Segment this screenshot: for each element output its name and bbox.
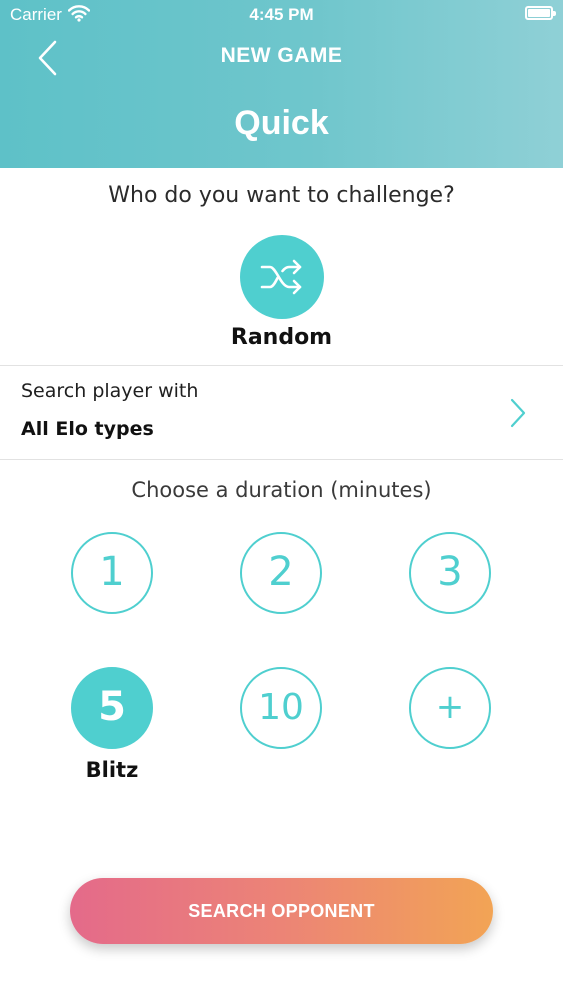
- header: Carrier 4:45 PM NEW GAME Quick: [0, 0, 563, 168]
- duration-option-custom[interactable]: +: [409, 667, 491, 749]
- search-player-row[interactable]: Search player with All Elo types: [0, 366, 563, 458]
- random-opponent-button[interactable]: [240, 235, 324, 319]
- selected-duration-caption: Blitz: [85, 758, 139, 782]
- battery-icon: [525, 6, 556, 20]
- search-opponent-button[interactable]: SEARCH OPPONENT: [70, 878, 493, 944]
- duration-option-5[interactable]: 5: [71, 667, 153, 749]
- challenge-prompt: Who do you want to challenge?: [108, 183, 455, 208]
- nav-title: NEW GAME: [220, 44, 343, 67]
- duration-option-10[interactable]: 10: [240, 667, 322, 749]
- mode-title: Quick: [234, 104, 329, 142]
- elo-type-value: All Elo types: [21, 418, 154, 440]
- duration-option-1[interactable]: 1: [71, 532, 153, 614]
- duration-prompt: Choose a duration (minutes): [131, 478, 432, 502]
- battery-fill: [528, 9, 550, 17]
- duration-option-3[interactable]: 3: [409, 532, 491, 614]
- status-bar: Carrier 4:45 PM: [0, 0, 563, 30]
- search-player-label: Search player with: [21, 380, 199, 402]
- duration-option-2[interactable]: 2: [240, 532, 322, 614]
- divider: [0, 459, 563, 460]
- status-time: 4:45 PM: [249, 5, 314, 24]
- shuffle-icon: [260, 259, 302, 295]
- chevron-right-icon: [510, 398, 526, 428]
- random-label: Random: [230, 325, 333, 350]
